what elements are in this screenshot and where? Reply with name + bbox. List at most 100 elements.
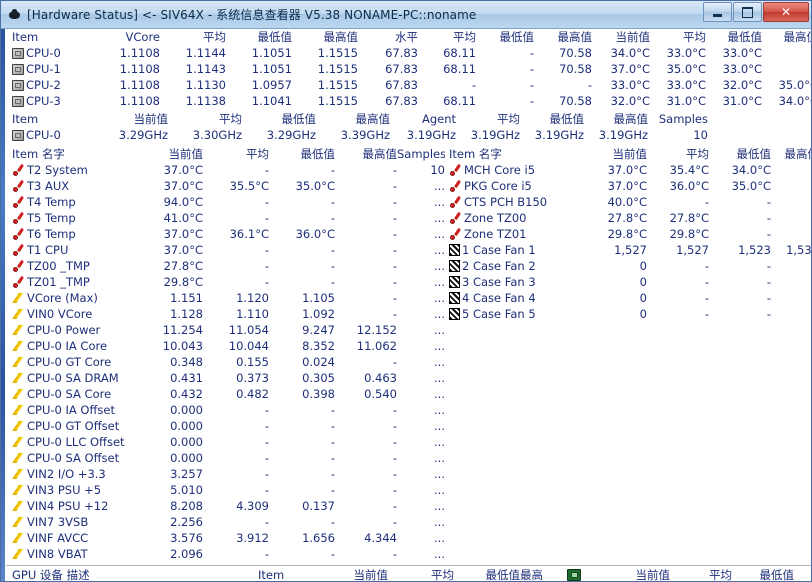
col-header-avg-left[interactable]: 平均 [203,146,269,162]
table-row[interactable]: CPU-0 1.1108 1.1144 1.1051 1.1515 67.83 … [6,45,811,61]
row-label: T3 AUX [27,179,70,193]
cell-min: - [330,547,335,561]
col-header-min1[interactable]: 最低值 [226,29,293,45]
col-header-item-name-right[interactable]: Item 名字 [445,146,575,162]
col-header-min3[interactable]: 最低值 [706,29,763,45]
col-header-gpu-max2[interactable]: 最高值 [794,567,811,581]
table-row[interactable]: T6 Temp 37.0°C 36.1°C 36.0°C -... Zone TZ01 29… [6,226,811,242]
table-row[interactable]: T4 Temp94.0°C---...CTS PCH B15040.0°C---… [6,194,811,210]
cell-current: 37.0°C [607,163,647,177]
maximize-icon [742,6,753,18]
col-header-item-name-left[interactable]: Item 名字 [6,146,131,162]
col-header-max-right[interactable]: 最高值 [771,146,812,162]
table-row[interactable]: CPU-1 1.1108 1.1143 1.1051 1.1515 67.83 … [6,61,811,77]
cell-max: - [392,467,397,481]
col-header-min-left[interactable]: 最低值 [269,146,336,162]
cpu-icon [12,64,24,75]
cell-max3: - [762,45,811,61]
table-row[interactable]: CPU-0 Power 11.254 11.054 9.247 12.152... [6,322,811,338]
cell-current: 27.8°C [163,259,203,273]
table-row[interactable]: VIN7 3VSB 2.256 - - -... [6,514,811,530]
maximize-button[interactable] [733,2,762,22]
col-header-avg2[interactable]: 平均 [418,29,476,45]
col-header-gpu-min2[interactable]: 最低值 [732,567,795,581]
col-header-agent-avg[interactable]: 平均 [456,111,520,127]
col-header-current-right[interactable]: 当前值 [575,146,648,162]
table-row[interactable]: VIN8 VBAT 2.096 - - -... [6,546,811,562]
col-header-max[interactable]: 最高值 [316,111,391,127]
table-row[interactable]: CPU-0 IA Core 10.043 10.044 8.352 11.062... [6,338,811,354]
col-header-max-left[interactable]: 最高值 [335,146,398,162]
col-header-current-left[interactable]: 当前值 [131,146,204,162]
thermometer-icon [12,244,25,256]
table-row[interactable]: VIN2 I/O +3.3 3.257 - - -... [6,466,811,482]
table-row[interactable]: VCore (Max) 1.151 1.120 1.105 -... 4 Case Fan… [6,290,811,306]
col-header-samples[interactable]: Samples [648,111,708,127]
col-header-agent-max[interactable]: 最高值 [584,111,649,127]
col-header-min2[interactable]: 最低值 [476,29,535,45]
close-button[interactable]: ✕ [763,2,809,22]
cell-min: 8.352 [302,339,335,353]
table-row[interactable]: CPU-0 LLC Offset 0.000 - - -... [6,434,811,450]
row-label: CPU-0 [26,128,61,142]
col-header-current[interactable]: 当前值 [98,111,169,127]
cell-min: 35.0°C [295,179,335,193]
table-row[interactable]: T5 Temp 41.0°C - - -... Zone TZ00 27.8°C 27.8°C… [6,210,811,226]
col-header-gpu-min[interactable]: 最低值 [454,567,521,581]
voltage-icon [12,388,25,400]
cell-current: 32.0°C [610,94,650,108]
col-header-max1[interactable]: 最高值 [292,29,359,45]
col-header-max2[interactable]: 最高值 [534,29,593,45]
table-row[interactable]: CPU-0 SA Offset 0.000 - - -... [6,450,811,466]
table-row[interactable]: TZ00 _TMP27.8°C---...2 Case Fan 20---0 [6,258,811,274]
col-header-gpu-max[interactable]: 最高值 [520,567,542,581]
table-row[interactable]: T2 System 37.0°C - - - 10 MCH Core i5 37.0°C 35.… [6,162,811,178]
col-header-avg[interactable]: 平均 [168,111,242,127]
col-header-avg1[interactable]: 平均 [160,29,226,45]
col-header-gpu-current2[interactable]: 当前值 [608,567,671,581]
table-row[interactable]: CPU-0 IA Offset 0.000 - - -... [6,402,811,418]
col-header-item[interactable]: Item [6,29,98,45]
table-row[interactable]: VIN4 PSU +12 8.208 4.309 0.137 -... [6,498,811,514]
col-header-gpu-device[interactable]: GPU 设备 描述 [6,567,254,581]
table-row[interactable]: VIN0 VCore 1.128 1.110 1.092 -... 5 Case Fan … [6,306,811,322]
col-header-max3[interactable]: 最高值 [762,29,812,45]
table-row[interactable]: TZ01 _TMP29.8°C---...3 Case Fan 30---... [6,274,811,290]
col-header-vcore[interactable]: VCore [98,29,160,45]
table-row[interactable]: CPU-0 SA Core 0.432 0.482 0.398 0.540... [6,386,811,402]
table-row[interactable]: CPU-0 GT Core 0.348 0.155 0.024 -... [6,354,811,370]
col-header-level[interactable]: 水平 [358,29,418,45]
col-header-avg-right[interactable]: 平均 [647,146,709,162]
table-row[interactable]: T1 CPU 37.0°C - - -... 1 Case Fan 1 1,527 1,527… [6,242,811,258]
cell-avg: 1.110 [236,307,269,321]
col-header-gpu-avg[interactable]: 平均 [388,567,454,581]
table-row[interactable]: CPU-0 SA DRAM 0.431 0.373 0.305 0.463... [6,370,811,386]
table-row[interactable]: CPU-3 1.1108 1.1138 1.1041 1.1515 67.83 … [6,93,811,109]
col-header-gpu-avg2[interactable]: 平均 [670,567,732,581]
col-header-samples-left[interactable]: Samples [397,146,445,162]
table-row[interactable]: CPU-0 3.29GHz 3.30GHz 3.29GHz 3.39GHz 3.… [6,127,811,143]
cell-max: - [392,227,397,241]
minimize-button[interactable] [703,2,732,22]
table-row[interactable]: VIN3 PSU +5 5.010 - - -... [6,482,811,498]
col-header-agent-min[interactable]: 最低值 [520,111,585,127]
cell-avg: 1,527 [676,243,709,257]
cell-min: - [330,467,335,481]
cell-avg: 3.30GHz [192,128,242,142]
col-header-agent[interactable]: Agent [390,111,456,127]
title-bar[interactable]: [Hardware Status] <- SIV64X - 系统信息查看器 V5… [1,1,811,29]
cell-avg: - [264,275,269,289]
table-row[interactable]: CPU-0 GT Offset 0.000 - - -... [6,418,811,434]
col-header-min-right[interactable]: 最低值 [709,146,772,162]
table-row[interactable]: VINF AVCC 3.576 3.912 1.656 4.344... [6,530,811,546]
table-row[interactable]: T3 AUX 37.0°C 35.5°C 35.0°C -... PKG Core i5 3… [6,178,811,194]
cell-samples: 10 [693,128,708,142]
col-header-item[interactable]: Item [6,111,98,127]
col-header-gpu-item[interactable]: Item [254,567,322,581]
col-header-min[interactable]: 最低值 [242,111,317,127]
table-row[interactable]: CPU-2 1.1108 1.1130 1.0957 1.1515 67.83 … [6,77,811,93]
col-header-current[interactable]: 当前值 [592,29,651,45]
col-header-gpu-current[interactable]: 当前值 [322,567,389,581]
col-header-avg3[interactable]: 平均 [650,29,706,45]
window-controls: ✕ [703,2,809,22]
